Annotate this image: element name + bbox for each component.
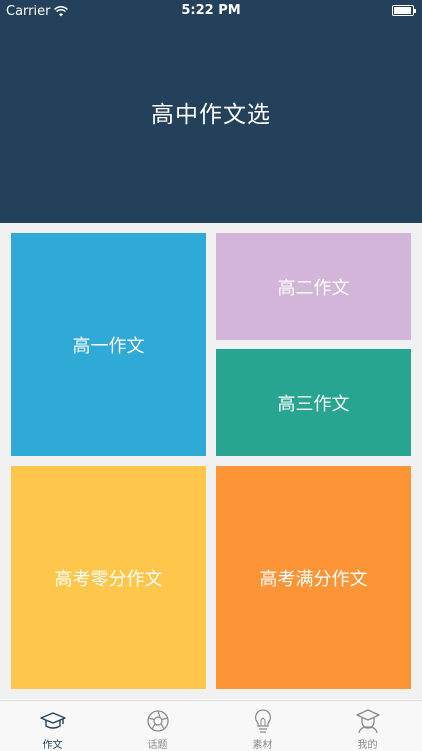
tile-grade-two[interactable]: 高二作文: [216, 233, 411, 340]
tab-materials[interactable]: 素材: [210, 701, 315, 751]
graduation-cap-icon: [39, 707, 67, 735]
tile-exam-full-score[interactable]: 高考满分作文: [216, 466, 411, 689]
lightbulb-icon: [249, 707, 277, 735]
tab-label: 我的: [357, 740, 378, 751]
tile-label: 高一作文: [72, 335, 145, 357]
tab-essays[interactable]: 作文: [0, 701, 105, 751]
aperture-icon: [144, 707, 172, 735]
tile-grade-one[interactable]: 高一作文: [11, 233, 206, 456]
category-grid: 高一作文 高二作文 高三作文 高考零分作文 高考满分作文: [0, 223, 422, 699]
tile-exam-zero-score[interactable]: 高考零分作文: [11, 466, 206, 689]
tile-label: 高三作文: [277, 393, 350, 415]
tab-label: 素材: [252, 740, 273, 751]
tab-label: 话题: [147, 740, 168, 751]
tile-grade-three[interactable]: 高三作文: [216, 349, 411, 456]
header-banner: 高中作文选: [0, 0, 422, 223]
status-time: 5:22 PM: [181, 3, 241, 18]
tile-label: 高二作文: [277, 277, 350, 299]
page-title: 高中作文选: [151, 102, 271, 128]
tab-topics[interactable]: 话题: [105, 701, 210, 751]
tile-label: 高考满分作文: [259, 568, 368, 590]
battery-icon: [392, 5, 416, 16]
status-bar: Carrier 5:22 PM: [0, 0, 422, 22]
student-avatar-icon: [354, 707, 382, 735]
tile-label: 高考零分作文: [54, 568, 163, 590]
tab-bar: 作文 话题 素材 我的: [0, 700, 422, 751]
tab-label: 作文: [42, 740, 63, 751]
tab-mine[interactable]: 我的: [315, 701, 420, 751]
